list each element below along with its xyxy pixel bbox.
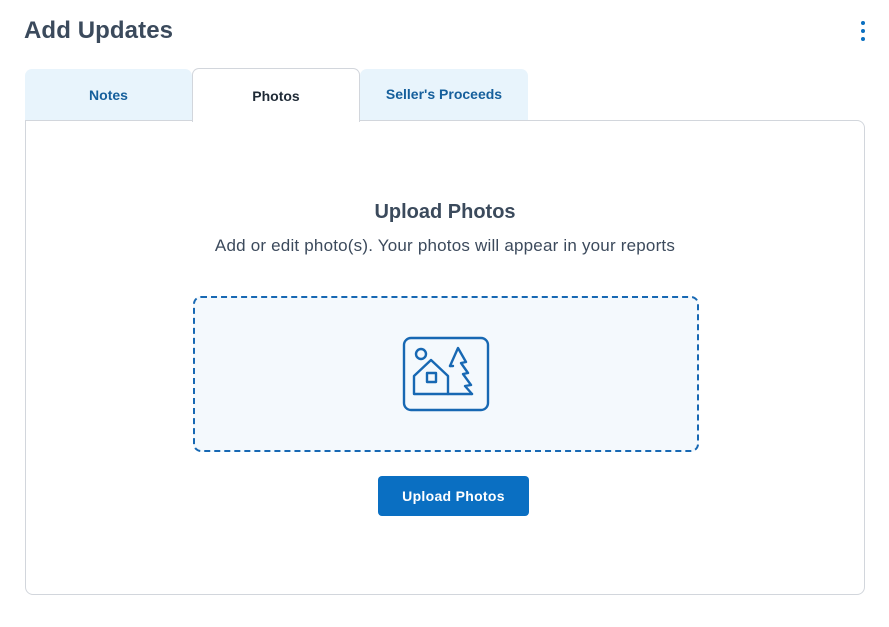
tab-bar: Notes Photos Seller's Proceeds	[25, 68, 528, 122]
kebab-dot	[861, 29, 865, 33]
photos-panel: Upload Photos Add or edit photo(s). Your…	[25, 120, 865, 595]
page-title: Add Updates	[24, 17, 174, 44]
header: Add Updates	[24, 14, 873, 48]
house-photo-icon	[402, 336, 490, 412]
upload-subtitle: Add or edit photo(s). Your photos will a…	[214, 236, 676, 255]
upload-title: Upload Photos	[374, 201, 516, 223]
photo-dropzone[interactable]	[193, 296, 699, 452]
upload-photos-button[interactable]: Upload Photos	[378, 476, 529, 516]
kebab-dot	[861, 21, 865, 25]
tab-sellers-proceeds[interactable]: Seller's Proceeds	[360, 69, 528, 121]
tab-photos[interactable]: Photos	[192, 68, 360, 122]
kebab-dot	[861, 37, 865, 41]
more-options-icon[interactable]	[853, 18, 873, 44]
tab-notes[interactable]: Notes	[25, 69, 192, 121]
